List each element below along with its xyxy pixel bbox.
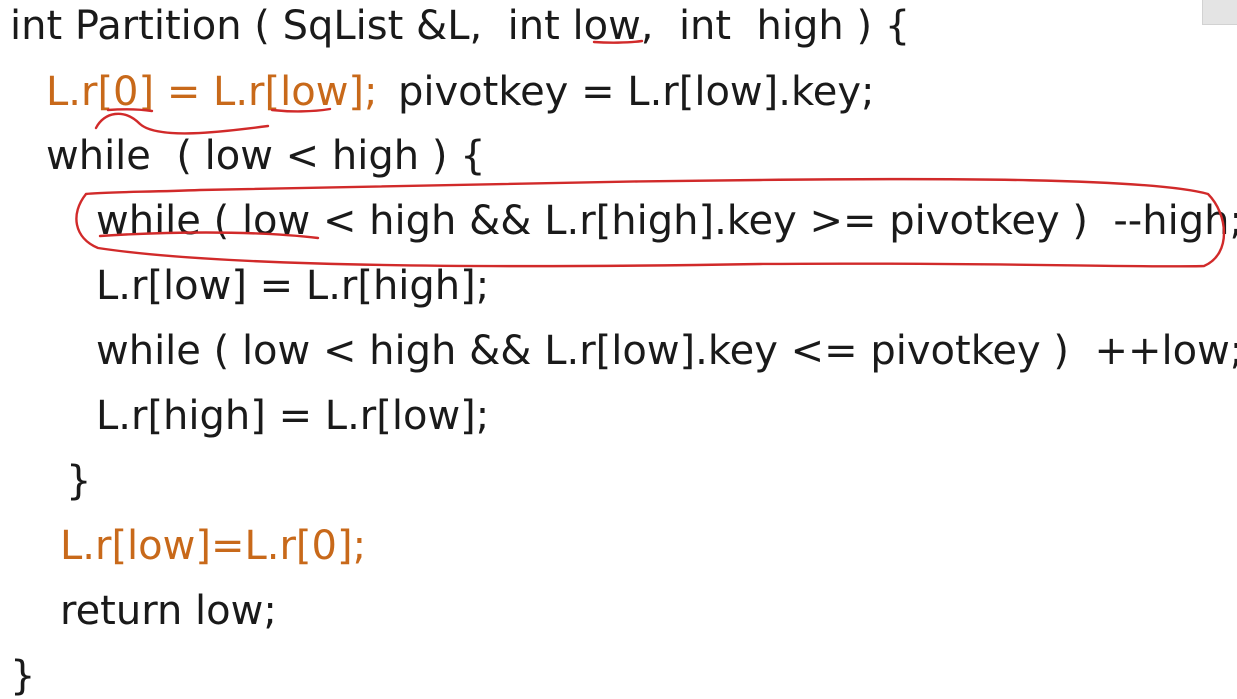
assign-low-statement: L.r[low] = L.r[high]; [96,263,490,309]
restore-pivot-statement: L.r[low]=L.r[0]; [60,523,367,569]
outer-while-statement: while ( low < high ) { [46,133,486,179]
pivotkey-statement: pivotkey = L.r[low].key; [398,69,875,115]
closing-brace-while: } [66,458,92,504]
closing-brace-function: } [10,653,36,699]
inner-while-high-statement: while ( low < high && L.r[high].key >= p… [96,198,1237,244]
pivot-init-statement: L.r[0] = L.r[low]; [46,69,378,115]
arc-arrow-stroke [94,112,270,135]
return-statement: return low; [60,588,277,634]
scrollbar-thumb[interactable] [1202,0,1237,25]
inner-while-low-statement: while ( low < high && L.r[low].key <= pi… [96,328,1237,374]
function-signature: int Partition ( SqList &L, int low, int … [10,3,911,49]
assign-high-statement: L.r[high] = L.r[low]; [96,393,490,439]
